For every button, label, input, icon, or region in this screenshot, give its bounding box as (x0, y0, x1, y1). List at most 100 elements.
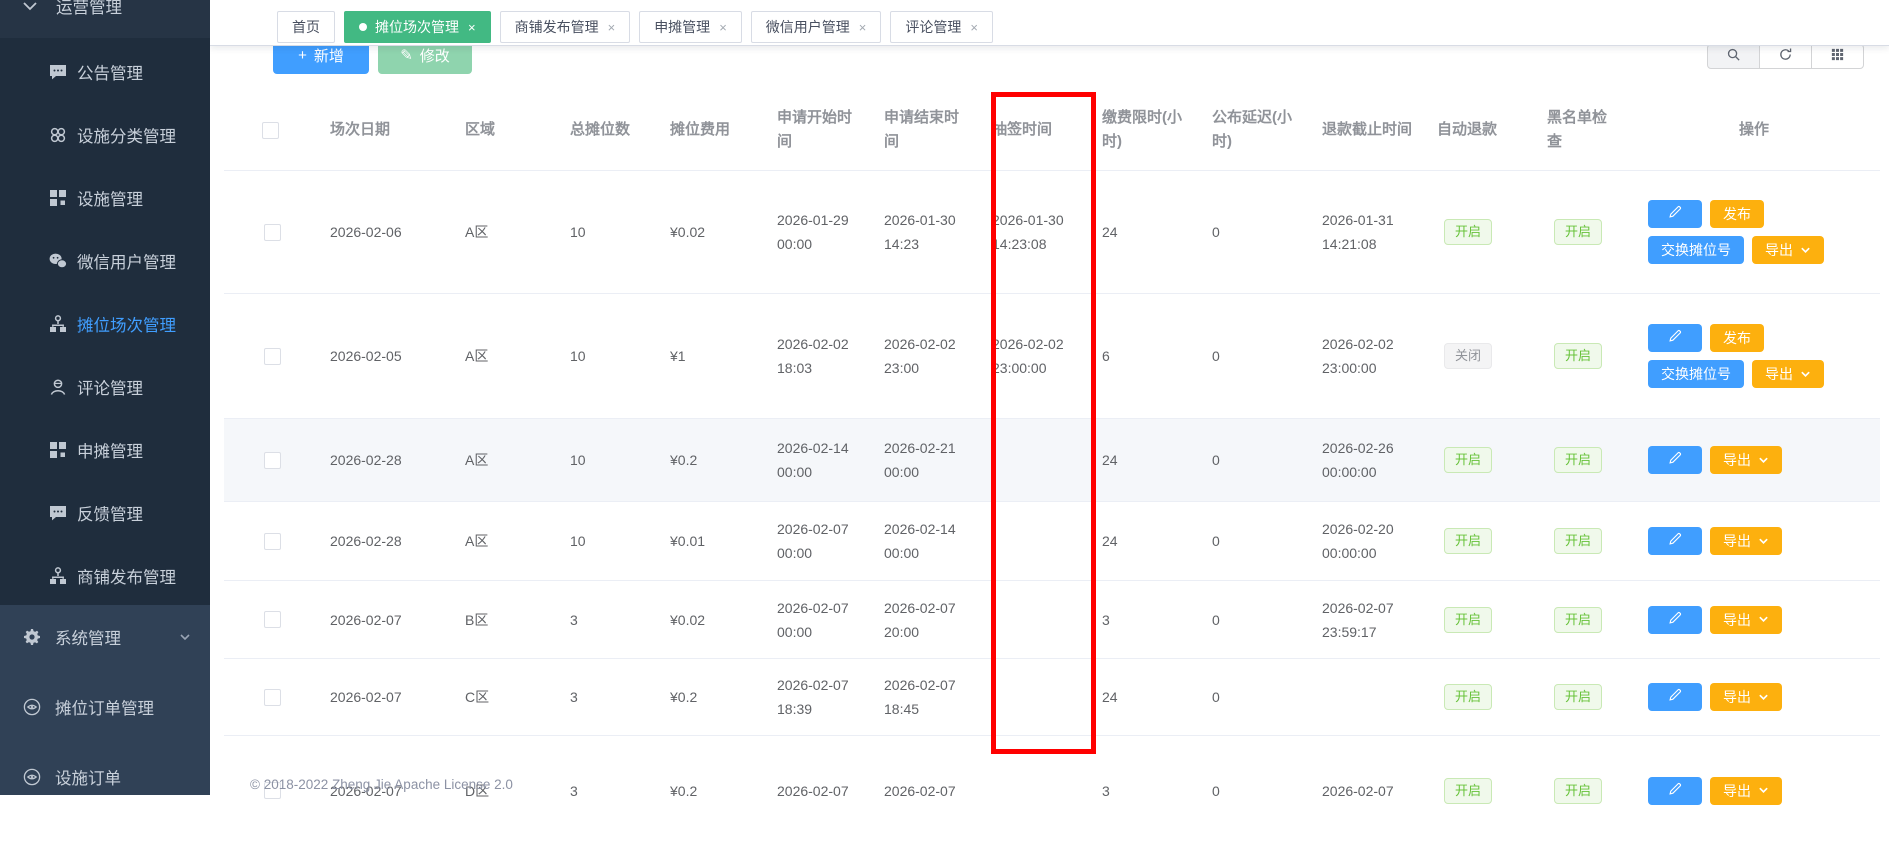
tab-申摊管理[interactable]: 申摊管理× (639, 11, 742, 43)
cell-apply_start: 2026-02-02 18:03 (767, 294, 874, 419)
sidebar-item-设施分类管理[interactable]: 设施分类管理 (0, 103, 210, 166)
sidebar-item-反馈管理[interactable]: 反馈管理 (0, 481, 210, 544)
cell-apply_start: 2026-02-07 00:00 (767, 502, 874, 581)
export-dropdown-button[interactable]: 导出 (1752, 236, 1824, 264)
cell-apply_start: 2026-02-07 00:00 (767, 581, 874, 659)
sidebar-item-申摊管理[interactable]: 申摊管理 (0, 418, 210, 481)
publish-button[interactable]: 发布 (1710, 324, 1764, 352)
edit-button[interactable] (1648, 446, 1702, 474)
close-icon[interactable]: × (719, 21, 727, 34)
tab-label: 评论管理 (905, 17, 961, 37)
cell-apply_end: 2026-02-14 00:00 (874, 502, 982, 581)
tab-摊位场次管理[interactable]: 摊位场次管理× (344, 11, 491, 43)
swap-stall-button[interactable]: 交换摊位号 (1648, 360, 1744, 388)
tab-评论管理[interactable]: 评论管理 × (890, 11, 993, 43)
comment-icon (48, 503, 68, 523)
cell-fee: ¥0.02 (660, 171, 767, 294)
sidebar-item-商铺发布管理[interactable]: 商铺发布管理 (0, 544, 210, 605)
column-header-黑名单检查: 黑名单检查 (1537, 90, 1632, 171)
sidebar-item-评论管理[interactable]: 评论管理 (0, 355, 210, 418)
grid-icon (48, 440, 68, 460)
table-row: 2026-02-07C区3¥0.22026-02-07 18:392026-02… (224, 659, 1880, 736)
export-dropdown-button[interactable]: 导出 (1752, 360, 1824, 388)
export-dropdown-button[interactable]: 导出 (1710, 527, 1782, 555)
row-checkbox[interactable] (264, 224, 281, 241)
tab-首页[interactable]: 首页 (277, 11, 335, 43)
sidebar-item-label: 公告管理 (77, 60, 143, 84)
export-dropdown-button[interactable]: 导出 (1710, 777, 1782, 805)
cell-actions: 导出 (1632, 419, 1880, 502)
cell-refund_deadline: 2026-02-07 23:59:17 (1312, 581, 1427, 659)
sessions-table: 场次日期区域总摊位数摊位费用申请开始时间申请结束时间抽签时间缴费限时(小时)公布… (224, 90, 1880, 846)
row-checkbox[interactable] (264, 689, 281, 706)
toolbar-search-button[interactable] (1707, 44, 1760, 69)
swap-stall-button[interactable]: 交换摊位号 (1648, 236, 1744, 264)
row-select-cell (224, 294, 320, 419)
sidebar-item-设施管理[interactable]: 设施管理 (0, 166, 210, 229)
sidebar-item-label: 摊位订单管理 (55, 695, 154, 719)
toolbar-grid-columns-button[interactable] (1811, 44, 1864, 69)
sidebar-item-设施订单[interactable]: 设施订单 (0, 742, 210, 812)
tab-微信用户管理[interactable]: 微信用户管理× (751, 11, 882, 43)
sidebar-parent-label: 运营管理 (56, 0, 122, 18)
cell-total: 10 (560, 171, 660, 294)
row-checkbox[interactable] (264, 611, 281, 628)
cell-actions: 发布交换摊位号导出 (1632, 294, 1880, 419)
close-icon[interactable]: × (468, 21, 476, 34)
close-icon[interactable]: × (970, 21, 978, 34)
select-all-checkbox[interactable] (262, 122, 279, 139)
row-actions: 发布交换摊位号导出 (1648, 324, 1853, 388)
edit-button[interactable] (1648, 527, 1702, 555)
cell-fee: ¥0.2 (660, 659, 767, 736)
monitor-icon (22, 767, 42, 787)
cell-pay_limit: 24 (1092, 171, 1202, 294)
cell-area: A区 (455, 419, 560, 502)
cell-fee: ¥0.2 (660, 736, 767, 846)
cell-blacklist-check: 开启 (1537, 171, 1632, 294)
toolbar-refresh-button[interactable] (1759, 44, 1812, 69)
column-header-申请结束时间: 申请结束时间 (874, 90, 982, 171)
cell-date: 2026-02-07 (320, 659, 455, 736)
sidebar-item-微信用户管理[interactable]: 微信用户管理 (0, 229, 210, 292)
edit-button[interactable] (1648, 683, 1702, 711)
sidebar-parent-item[interactable]: 运营管理 (0, 0, 210, 38)
row-actions: 发布交换摊位号导出 (1648, 200, 1853, 264)
export-dropdown-button[interactable]: 导出 (1710, 446, 1782, 474)
row-checkbox[interactable] (264, 452, 281, 469)
edit-button[interactable] (1648, 324, 1702, 352)
table-toolbar-icon-group (1707, 44, 1864, 69)
table-row: 2026-02-28A区10¥0.22026-02-14 00:002026-0… (224, 419, 1880, 502)
sidebar-submenu: 公告管理设施分类管理设施管理微信用户管理摊位场次管理评论管理申摊管理反馈管理商铺… (0, 40, 210, 605)
column-header-退款截止时间: 退款截止时间 (1312, 90, 1427, 171)
close-icon[interactable]: × (859, 21, 867, 34)
cell-actions: 导出 (1632, 502, 1880, 581)
row-checkbox[interactable] (264, 348, 281, 365)
sidebar-item-摊位场次管理[interactable]: 摊位场次管理 (0, 292, 210, 355)
wechat-icon (48, 251, 68, 271)
cell-fee: ¥0.01 (660, 502, 767, 581)
row-checkbox[interactable] (264, 533, 281, 550)
sidebar-item-label: 设施管理 (77, 186, 143, 210)
sidebar-item-系统管理[interactable]: 系统管理 (0, 602, 210, 672)
column-header-公布延迟(小时): 公布延迟(小时) (1202, 90, 1312, 171)
sidebar-item-摊位订单管理[interactable]: 摊位订单管理 (0, 672, 210, 742)
close-icon[interactable]: × (608, 21, 616, 34)
cell-auto-refund: 开启 (1427, 736, 1537, 846)
caret-down-icon (1758, 692, 1769, 703)
edit-button[interactable] (1648, 200, 1702, 228)
tab-label: 商铺发布管理 (515, 17, 599, 37)
row-actions: 导出 (1648, 683, 1853, 711)
cell-blacklist-check: 开启 (1537, 294, 1632, 419)
export-dropdown-button[interactable]: 导出 (1710, 606, 1782, 634)
edit-button[interactable] (1648, 606, 1702, 634)
cell-draw_time (982, 419, 1092, 502)
search-icon (1726, 47, 1741, 67)
sidebar-item-公告管理[interactable]: 公告管理 (0, 40, 210, 103)
export-dropdown-button[interactable]: 导出 (1710, 683, 1782, 711)
tab-商铺发布管理[interactable]: 商铺发布管理 × (500, 11, 631, 43)
cell-apply_start: 2026-02-14 00:00 (767, 419, 874, 502)
publish-button[interactable]: 发布 (1710, 200, 1764, 228)
edit-button[interactable] (1648, 777, 1702, 805)
comment-icon (48, 62, 68, 82)
headset-icon (48, 377, 68, 397)
